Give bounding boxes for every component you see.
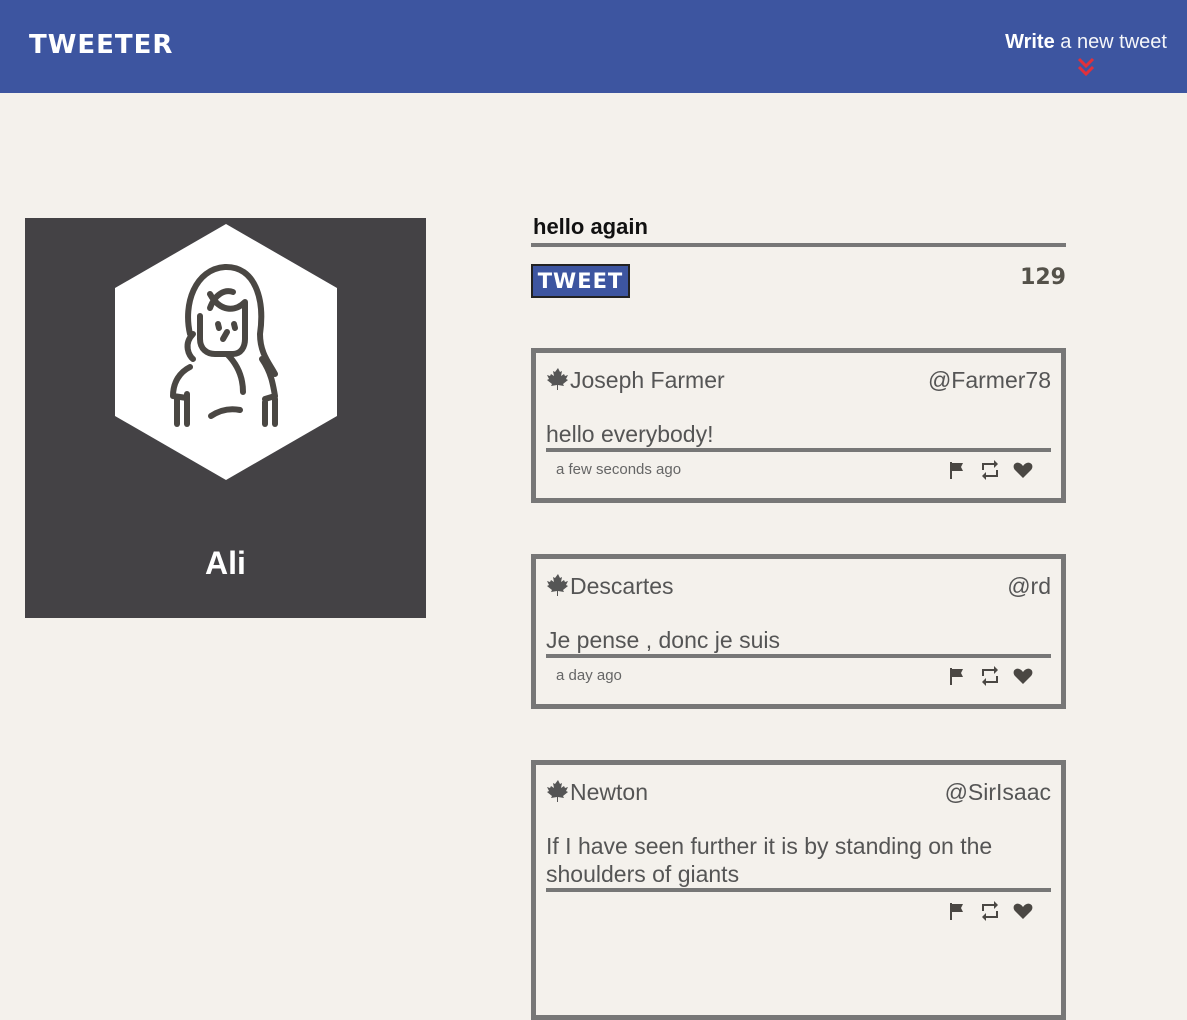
- tweet-card: Descartes @rd Je pense , donc je suis a …: [531, 554, 1066, 709]
- tweet-button[interactable]: TWEET: [531, 264, 630, 298]
- tweet-header: Joseph Farmer @Farmer78: [546, 365, 1051, 395]
- double-chevron-down-icon[interactable]: [1076, 56, 1096, 78]
- tweet-input[interactable]: [531, 210, 1066, 247]
- tweet-header: Descartes @rd: [546, 571, 1051, 601]
- tweet-author-handle: @SirIsaac: [944, 779, 1051, 805]
- maple-leaf-icon: [547, 368, 568, 390]
- flag-icon[interactable]: [947, 666, 967, 686]
- maple-leaf-icon: [547, 574, 568, 596]
- tweet-text: If I have seen further it is by standing…: [546, 832, 1051, 892]
- tweet-timestamp: a few seconds ago: [556, 461, 682, 478]
- tweet-text: Je pense , donc je suis: [546, 626, 1051, 658]
- tweet-card: Newton @SirIsaac If I have seen further …: [531, 760, 1066, 1020]
- tweet-composer: TWEET 129: [531, 210, 1066, 298]
- tweet-card: Joseph Farmer @Farmer78 hello everybody!…: [531, 348, 1066, 503]
- user-avatar-icon: [115, 224, 337, 480]
- tweet-author-name: Descartes: [570, 573, 674, 599]
- maple-leaf-icon: [547, 780, 568, 802]
- tweet-footer: a day ago: [556, 665, 1041, 687]
- heart-icon[interactable]: [1013, 666, 1033, 686]
- retweet-icon[interactable]: [980, 666, 1000, 687]
- tweet-header: Newton @SirIsaac: [546, 777, 1051, 807]
- heart-icon[interactable]: [1013, 901, 1033, 921]
- profile-name: Ali: [205, 545, 246, 581]
- tweet-actions: [938, 665, 1033, 687]
- app-logo[interactable]: TWEETER: [29, 30, 173, 60]
- flag-icon[interactable]: [947, 901, 967, 921]
- tweet-author-name: Newton: [570, 779, 648, 805]
- flag-icon[interactable]: [947, 460, 967, 480]
- heart-icon[interactable]: [1013, 460, 1033, 480]
- tweet-text: hello everybody!: [546, 420, 1051, 452]
- tweet-actions: [938, 900, 1033, 922]
- top-nav: TWEETER Write a new tweet: [0, 0, 1187, 93]
- tweet-footer: [556, 900, 1041, 922]
- tweet-actions: [938, 459, 1033, 481]
- compose-toggle-bold: Write: [1005, 31, 1055, 53]
- tweet-author-handle: @Farmer78: [927, 367, 1051, 393]
- write-new-tweet-toggle[interactable]: Write a new tweet: [1005, 30, 1167, 78]
- tweet-author-handle: @rd: [1007, 573, 1051, 599]
- tweet-timestamp: a day ago: [556, 667, 622, 684]
- profile-card: Ali: [25, 218, 426, 618]
- retweet-icon[interactable]: [980, 460, 1000, 481]
- tweet-author-name: Joseph Farmer: [570, 367, 725, 393]
- retweet-icon[interactable]: [980, 901, 1000, 922]
- char-counter: 129: [1020, 265, 1066, 290]
- tweet-footer: a few seconds ago: [556, 459, 1041, 481]
- compose-toggle-text: a new tweet: [1054, 31, 1167, 53]
